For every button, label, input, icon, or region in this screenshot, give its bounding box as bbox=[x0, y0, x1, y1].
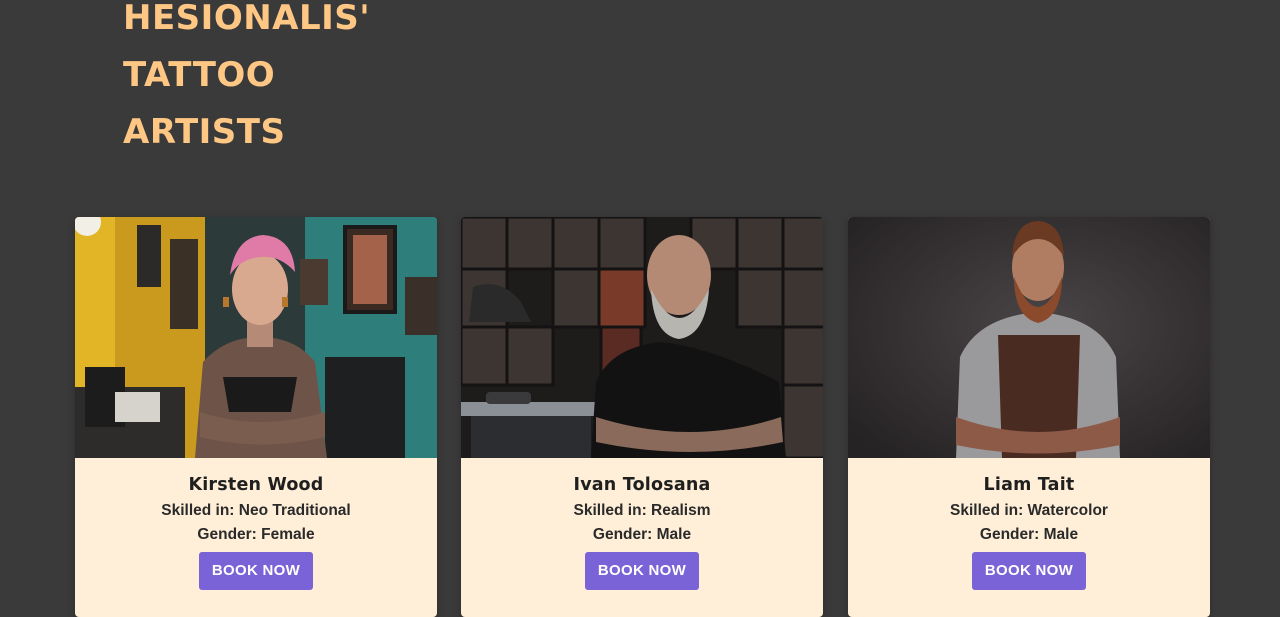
artist-name: Ivan Tolosana bbox=[573, 475, 711, 495]
artist-card: Ivan Tolosana Skilled in: Realism Gender… bbox=[461, 217, 823, 617]
artist-skill: Skilled in: Watercolor bbox=[950, 502, 1108, 519]
artist-card-grid: Kirsten Wood Skilled in: Neo Traditional… bbox=[75, 217, 1210, 617]
book-now-button[interactable]: BOOK NOW bbox=[199, 552, 313, 590]
artist-info: Kirsten Wood Skilled in: Neo Traditional… bbox=[75, 458, 437, 590]
artist-name: Liam Tait bbox=[983, 475, 1075, 495]
artist-gender: Gender: Female bbox=[197, 526, 315, 543]
heading-line-3: ARTISTS bbox=[123, 112, 286, 152]
artist-card: Liam Tait Skilled in: Watercolor Gender:… bbox=[848, 217, 1210, 617]
artist-card: Kirsten Wood Skilled in: Neo Traditional… bbox=[75, 217, 437, 617]
heading-line-1: HESIONALIS' bbox=[123, 0, 371, 38]
page-heading: HESIONALIS' TATTOO ARTISTS bbox=[123, 0, 370, 161]
artist-skill: Skilled in: Neo Traditional bbox=[161, 502, 351, 519]
artist-gender: Gender: Male bbox=[979, 526, 1079, 543]
book-now-button[interactable]: BOOK NOW bbox=[972, 552, 1086, 590]
artist-photo bbox=[75, 217, 437, 458]
artist-info: Ivan Tolosana Skilled in: Realism Gender… bbox=[461, 458, 823, 590]
artist-name: Kirsten Wood bbox=[188, 475, 324, 495]
artist-info: Liam Tait Skilled in: Watercolor Gender:… bbox=[848, 458, 1210, 590]
artist-photo bbox=[461, 217, 823, 458]
book-now-button[interactable]: BOOK NOW bbox=[585, 552, 699, 590]
artist-skill: Skilled in: Realism bbox=[573, 502, 711, 519]
artist-photo bbox=[848, 217, 1210, 458]
heading-line-2: TATTOO bbox=[123, 55, 276, 95]
artist-gender: Gender: Male bbox=[592, 526, 692, 543]
